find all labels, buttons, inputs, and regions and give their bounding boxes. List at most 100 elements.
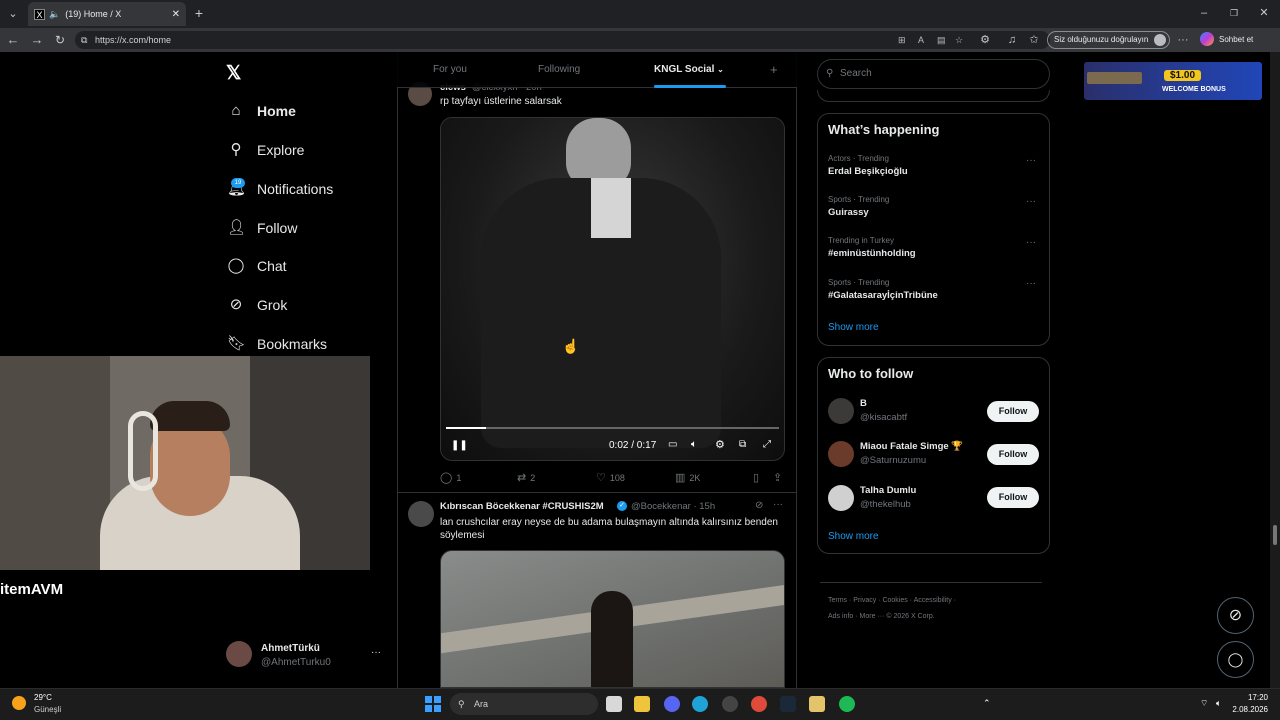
url-field[interactable]: ⧉ https://x.com/home ⊞ A ▤ ☆ [75, 31, 1050, 49]
show-more-trends-link[interactable]: Show more [828, 322, 879, 333]
nav-follow[interactable]: 👤︎ Follow [227, 217, 297, 239]
chrome-icon[interactable] [751, 696, 767, 712]
trend-item[interactable]: Trending in Turkey #eminüstünholding [828, 236, 916, 259]
casino-ad-banner[interactable]: $1.00 WELCOME BONUS [1084, 62, 1262, 100]
chat-floating-button[interactable]: ◯ [1217, 641, 1254, 678]
task-view-icon[interactable] [606, 696, 622, 712]
discord-icon[interactable] [664, 696, 680, 712]
nav-chat[interactable]: ◯ Chat [227, 255, 287, 277]
grok-icon[interactable]: ⊘ [755, 500, 763, 511]
post2-author[interactable]: Kıbrıscan Böcekkenar #CRUSHIS2M [440, 501, 604, 512]
post1-video[interactable]: ❚❚ 0:02 / 0:17 ▭ 🔈︎ ⚙ ⧉ ⤢ [440, 117, 785, 461]
steam-icon[interactable] [780, 696, 796, 712]
pause-icon[interactable]: ❚❚ [451, 440, 468, 451]
captions-icon[interactable]: ▭ [668, 439, 677, 450]
trend-more-icon[interactable]: ··· [1026, 155, 1036, 166]
account-switcher[interactable]: AhmetTürkü @AhmetTurku0 ··· [226, 641, 386, 671]
tab-kngl-social[interactable]: KNGL Social ⌄ [654, 64, 724, 75]
favorites-icon[interactable]: ✩ [1026, 32, 1042, 48]
speaker-icon[interactable]: 🔈︎ [1216, 698, 1221, 709]
restore-icon[interactable]: ❐ [1226, 5, 1242, 21]
spotify-icon[interactable] [839, 696, 855, 712]
account-more-icon[interactable]: ··· [371, 647, 381, 658]
app-icon[interactable] [722, 696, 738, 712]
wifi-icon[interactable]: ⌔ [1200, 698, 1208, 709]
close-tab-icon[interactable]: ✕ [172, 9, 180, 20]
post2-handle[interactable]: @Bocekkenar · 15h [631, 501, 715, 512]
new-tab-icon[interactable]: + [191, 5, 207, 21]
favorite-star-icon[interactable]: ☆ [955, 31, 963, 49]
settings-gear-icon[interactable]: ⚙ [715, 438, 725, 451]
avatar[interactable] [828, 441, 854, 467]
tab-following[interactable]: Following [538, 64, 580, 75]
clock-time[interactable]: 17:20 [1228, 693, 1268, 702]
follow-button[interactable]: Follow [987, 444, 1039, 465]
reader-icon[interactable]: ▤ [937, 31, 946, 49]
x-logo-icon[interactable]: 𝕏 [226, 62, 241, 85]
picture-in-picture-icon[interactable]: ⧉ [739, 439, 746, 450]
site-info-icon[interactable]: ⧉ [81, 31, 87, 49]
share-button[interactable]: ⇪ [773, 471, 786, 484]
like-button[interactable]: ♡ 108 [596, 471, 625, 484]
clock-date[interactable]: 2.08.2026 [1222, 705, 1268, 714]
trend-item[interactable]: Sports · Trending #GalatasarayİçinTribün… [828, 278, 938, 301]
volume-icon[interactable]: 🔈︎ [691, 439, 697, 450]
avatar[interactable] [828, 398, 854, 424]
nav-home[interactable]: ⌂ Home [227, 100, 295, 122]
grok-floating-button[interactable]: ⊘ [1217, 597, 1254, 634]
extensions-icon[interactable]: ⚙ [977, 32, 993, 48]
trend-more-icon[interactable]: ··· [1026, 237, 1036, 248]
read-aloud-icon[interactable]: A [918, 31, 924, 49]
notes-icon[interactable] [809, 696, 825, 712]
follow-button[interactable]: Follow [987, 401, 1039, 422]
suggestion-name[interactable]: Talha Dumlu [860, 485, 916, 496]
start-button-icon[interactable] [425, 696, 441, 712]
suggestion-name[interactable]: B [860, 398, 867, 409]
video-progress-track[interactable] [446, 427, 779, 429]
post2-avatar[interactable] [408, 501, 434, 527]
suggestion-name[interactable]: Miaou Fatale Simge 🏆 [860, 441, 963, 452]
fullscreen-icon[interactable]: ⤢ [763, 439, 771, 450]
reload-icon[interactable]: ↻ [52, 32, 68, 48]
file-explorer-icon[interactable] [634, 696, 650, 712]
trend-item[interactable]: Actors · Trending Erdal Beşikçioğlu [828, 154, 908, 177]
nav-explore[interactable]: ⚲ Explore [227, 139, 305, 161]
apps-icon[interactable]: ⊞ [898, 31, 906, 49]
add-tab-icon[interactable]: + [770, 62, 778, 77]
performance-icon[interactable]: ♫ [1004, 32, 1020, 48]
trend-item[interactable]: Sports · Trending Guirassy [828, 195, 889, 218]
views-button[interactable]: ▥ 2K [675, 471, 700, 484]
page-scrollbar[interactable] [1270, 52, 1280, 688]
avatar[interactable] [828, 485, 854, 511]
search-input[interactable]: ⚲ Search [817, 59, 1050, 89]
more-menu-icon[interactable]: ··· [1175, 32, 1191, 48]
edge-icon[interactable] [692, 696, 708, 712]
reply-button[interactable]: ◯ 1 [440, 471, 461, 484]
weather-sun-icon[interactable] [12, 696, 26, 710]
nav-bookmarks[interactable]: 🔖︎ Bookmarks [227, 333, 327, 355]
window-close-icon[interactable]: ✕ [1256, 5, 1272, 21]
speaker-icon[interactable]: 🔈 [49, 9, 60, 20]
tab-for-you[interactable]: For you [433, 64, 467, 75]
trend-more-icon[interactable]: ··· [1026, 196, 1036, 207]
browser-tab[interactable]: X 🔈 (19) Home / X ✕ [28, 2, 186, 26]
taskbar-search[interactable]: ⚲ Ara [450, 693, 598, 715]
post-more-icon[interactable]: ··· [773, 499, 783, 510]
footer-links-2[interactable]: Ads info · More ··· © 2026 X Corp. [828, 613, 935, 620]
verify-identity-button[interactable]: Siz olduğunuzu doğrulayın [1047, 31, 1170, 49]
back-icon[interactable]: ← [5, 32, 21, 48]
minimize-icon[interactable]: – [1196, 5, 1212, 21]
tray-chevron-icon[interactable]: ⌃ [983, 698, 991, 709]
show-more-follow-link[interactable]: Show more [828, 531, 879, 542]
copilot-button[interactable]: Sohbet et [1200, 32, 1253, 46]
repost-button[interactable]: ⇄ 2 [517, 471, 535, 484]
tab-list-icon[interactable]: ⌄ [5, 6, 21, 22]
forward-icon[interactable]: → [29, 32, 45, 48]
nav-grok[interactable]: ⊘ Grok [227, 294, 288, 316]
follow-button[interactable]: Follow [987, 487, 1039, 508]
weather-temp[interactable]: 29°C [34, 693, 52, 702]
scrollbar-thumb[interactable] [1273, 525, 1277, 545]
trend-more-icon[interactable]: ··· [1026, 278, 1036, 289]
bookmark-button[interactable]: ▯ [753, 471, 763, 484]
post2-media[interactable] [440, 550, 785, 688]
